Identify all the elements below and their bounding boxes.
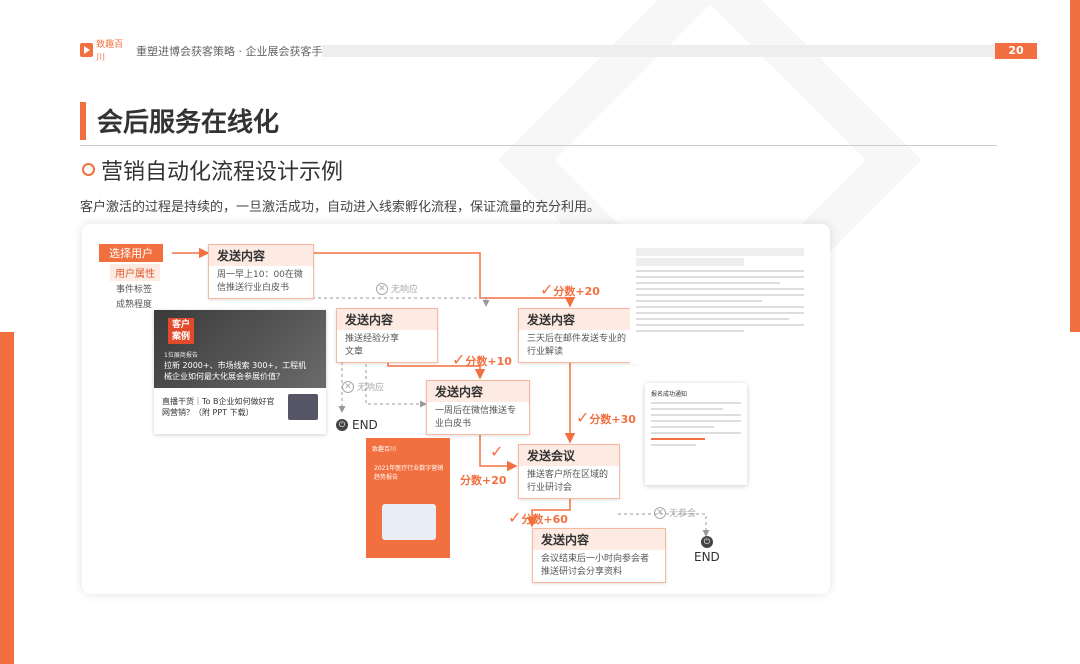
not-attend-label: ✕ 无参会 (654, 506, 696, 519)
score-label: ✓分数+30 (576, 408, 636, 427)
case-thumbnail (288, 394, 318, 420)
node-title: 发送内容 (533, 529, 665, 550)
no-response-label: ✕ 无响应 (376, 282, 418, 295)
close-circle-icon: ✕ (342, 380, 354, 393)
node-body: 推送经验分享文章 (345, 334, 400, 357)
check-icon: ✓ (540, 280, 554, 299)
close-circle-icon: ✕ (376, 282, 388, 295)
check-icon: ✓ (452, 350, 466, 369)
side-label-event-tag: 事件标签 (116, 285, 153, 295)
node-body: 三天后在邮件发送专业的行业解读 (527, 334, 627, 357)
power-icon: ⏻ (336, 419, 348, 431)
case-study-card: 客户案例 1位展商报告 拉新 2000+、市场线索 300+，工程机械企业如何最… (154, 310, 326, 434)
flow-node-1: 发送内容 周一早上10：00在微信推送行业白皮书 (208, 244, 314, 299)
side-label-maturity: 成熟程度 (116, 300, 153, 310)
node-body: 周一早上10：00在微信推送行业白皮书 (217, 270, 303, 293)
flow-node-5: 发送会议 推送客户所在区域的行业研讨会 (518, 444, 620, 499)
score-label: ✓分数+60 (508, 508, 568, 527)
case-footer: 直播干货｜To B企业如何做好官网营销？（附 PPT 下载） (162, 397, 275, 417)
node-title: 发送内容 (519, 309, 637, 330)
score-label: 分数+20 (460, 474, 507, 487)
score-label: ✓分数+10 (452, 350, 512, 369)
end-marker: ⏻ END (336, 418, 378, 432)
side-label-user-attribute: 用户属性 (110, 264, 160, 281)
report-logo: 致趣百川 (372, 446, 397, 453)
popup-title: 报名成功通知 (651, 391, 688, 398)
check-icon: ✓ (490, 442, 504, 461)
flow-node-4: 发送内容 一周后在微信推送专业白皮书 (426, 380, 530, 435)
select-user-tag: 选择用户 (99, 244, 163, 262)
check-icon: ✓ (576, 408, 590, 427)
report-title: 2021年医疗行业数字营销趋势报告 (374, 465, 444, 481)
node-body: 推送客户所在区域的行业研讨会 (527, 470, 609, 493)
node-title: 发送会议 (519, 445, 619, 466)
end-marker: ⏻ END (694, 536, 720, 564)
report-cover: 致趣百川 2021年医疗行业数字营销趋势报告 (366, 438, 450, 558)
node-title: 发送内容 (427, 381, 529, 402)
node-body: 一周后在微信推送专业白皮书 (435, 406, 517, 429)
node-body: 会议结束后一小时向参会者推送研讨会分享资料 (541, 554, 650, 577)
email-screenshot (630, 246, 810, 364)
score-label: ✓分数+20 (540, 280, 600, 299)
flow-node-2: 发送内容 推送经验分享文章 (336, 308, 438, 363)
case-badge: 客户案例 (168, 318, 194, 344)
no-response-label: ✕ 无响应 (342, 380, 384, 393)
node-title: 发送内容 (209, 245, 313, 266)
flow-node-6: 发送内容 会议结束后一小时向参会者推送研讨会分享资料 (532, 528, 666, 583)
case-headline: 拉新 2000+、市场线索 300+，工程机械企业如何最大化展会参展价值？ (164, 361, 307, 381)
signup-notice-popup: 报名成功通知 (645, 383, 747, 485)
flow-node-3: 发送内容 三天后在邮件发送专业的行业解读 (518, 308, 638, 363)
node-title: 发送内容 (337, 309, 437, 330)
close-circle-icon: ✕ (654, 506, 666, 519)
power-icon: ⏻ (700, 536, 713, 548)
report-illustration (382, 504, 436, 540)
check-icon: ✓ (508, 508, 522, 527)
case-small-text: 1位展商报告 (164, 352, 198, 359)
